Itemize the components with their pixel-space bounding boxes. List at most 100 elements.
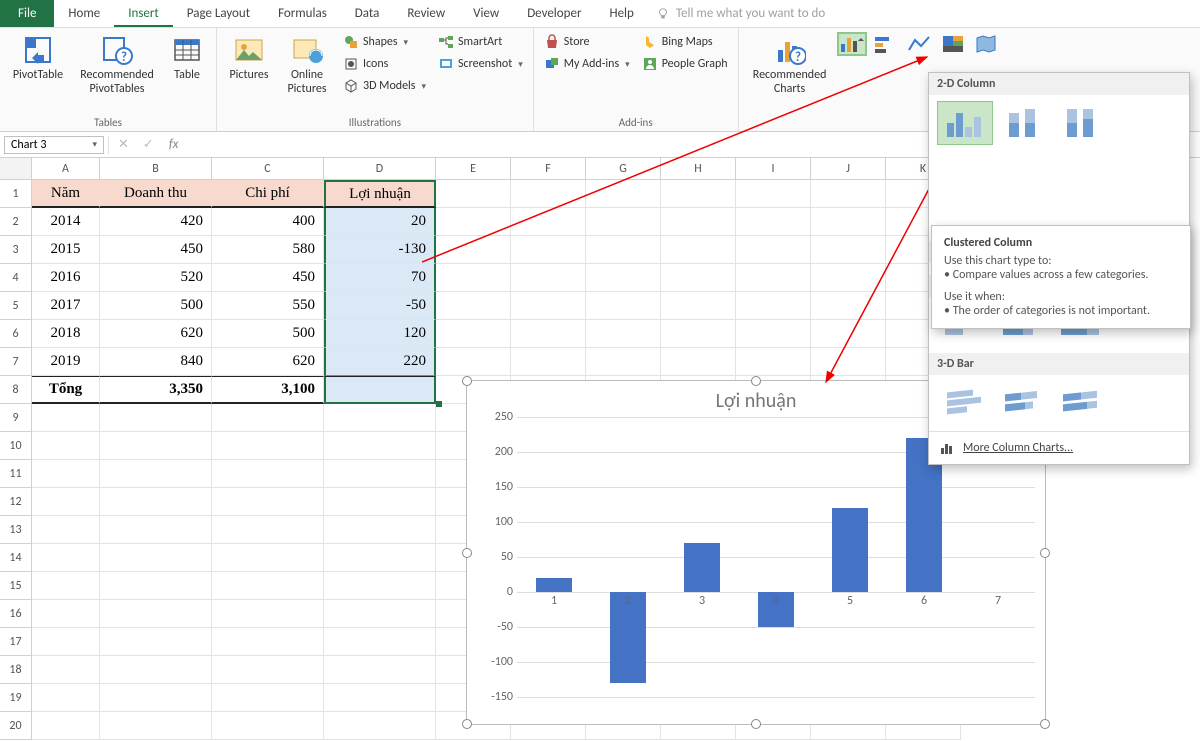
col-header-I[interactable]: I [736, 158, 811, 180]
cell[interactable] [212, 600, 324, 628]
row-header[interactable]: 4 [0, 264, 32, 292]
cell[interactable] [324, 544, 436, 572]
my-addins-button[interactable]: My Add-ins▾ [540, 54, 634, 74]
recommended-pivottables-button[interactable]: ? Recommended PivotTables [74, 32, 160, 98]
cell[interactable]: 500 [100, 292, 212, 320]
cell[interactable] [736, 180, 811, 208]
developer-tab[interactable]: Developer [513, 0, 595, 27]
cell[interactable] [811, 180, 886, 208]
clustered-column-option[interactable] [937, 101, 993, 145]
cell[interactable]: Năm [32, 180, 100, 208]
row-header[interactable]: 7 [0, 348, 32, 376]
cell[interactable] [32, 656, 100, 684]
col-header-D[interactable]: D [324, 158, 436, 180]
people-graph-button[interactable]: People Graph [638, 54, 732, 74]
cell[interactable] [100, 656, 212, 684]
line-chart-dropdown[interactable] [907, 34, 933, 54]
cell[interactable] [100, 600, 212, 628]
cell[interactable] [212, 572, 324, 600]
pagelayout-tab[interactable]: Page Layout [173, 0, 264, 27]
3d-stacked-bar-option[interactable] [995, 381, 1051, 425]
cell[interactable]: 400 [212, 208, 324, 236]
cell[interactable]: 550 [212, 292, 324, 320]
cell[interactable]: 450 [100, 236, 212, 264]
cell[interactable] [511, 180, 586, 208]
hierarchy-chart-dropdown[interactable] [941, 34, 967, 54]
resize-handle[interactable] [462, 719, 472, 729]
table-button[interactable]: Table [164, 32, 210, 84]
screenshot-button[interactable]: Screenshot▾ [434, 54, 527, 74]
view-tab[interactable]: View [459, 0, 513, 27]
stacked-column-option[interactable] [995, 101, 1051, 145]
row-header[interactable]: 10 [0, 432, 32, 460]
more-column-charts-link[interactable]: More Column Charts... [929, 431, 1189, 464]
col-header-E[interactable]: E [436, 158, 511, 180]
resize-handle[interactable] [462, 376, 472, 386]
cell[interactable] [100, 572, 212, 600]
cell[interactable] [32, 432, 100, 460]
cell[interactable] [324, 712, 436, 740]
cell[interactable] [212, 488, 324, 516]
cell[interactable]: 220 [324, 348, 436, 376]
cell[interactable]: 620 [212, 348, 324, 376]
cell[interactable] [100, 516, 212, 544]
cell[interactable]: 2016 [32, 264, 100, 292]
col-header-H[interactable]: H [661, 158, 736, 180]
pictures-button[interactable]: Pictures [223, 32, 275, 84]
tell-me[interactable]: Tell me what you want to do [648, 0, 833, 27]
bar-chart-dropdown[interactable] [873, 34, 899, 54]
cell[interactable] [212, 460, 324, 488]
cell[interactable]: 2018 [32, 320, 100, 348]
cell[interactable] [212, 684, 324, 712]
row-header[interactable]: 11 [0, 460, 32, 488]
row-header[interactable]: 3 [0, 236, 32, 264]
cell[interactable] [324, 600, 436, 628]
cell[interactable] [32, 712, 100, 740]
insert-tab[interactable]: Insert [114, 0, 173, 27]
cell[interactable]: 2015 [32, 236, 100, 264]
formulas-tab[interactable]: Formulas [264, 0, 341, 27]
cell[interactable]: 20 [324, 208, 436, 236]
row-header[interactable]: 2 [0, 208, 32, 236]
cell[interactable] [324, 376, 436, 404]
100pct-stacked-column-option[interactable] [1053, 101, 1109, 145]
cell[interactable]: 70 [324, 264, 436, 292]
cell[interactable] [32, 460, 100, 488]
smartart-button[interactable]: SmartArt [434, 32, 527, 52]
cell[interactable] [100, 544, 212, 572]
cell[interactable] [100, 712, 212, 740]
col-header-J[interactable]: J [811, 158, 886, 180]
cell[interactable]: 2017 [32, 292, 100, 320]
row-header[interactable]: 5 [0, 292, 32, 320]
cell[interactable]: 3,350 [100, 376, 212, 404]
cell[interactable]: 420 [100, 208, 212, 236]
row-header[interactable]: 18 [0, 656, 32, 684]
cell[interactable] [324, 628, 436, 656]
resize-handle[interactable] [751, 719, 761, 729]
row-header[interactable]: 1 [0, 180, 32, 208]
cell[interactable] [32, 488, 100, 516]
resize-handle[interactable] [1040, 719, 1050, 729]
cell[interactable] [586, 180, 661, 208]
bing-maps-button[interactable]: Bing Maps [638, 32, 732, 52]
cell[interactable] [100, 488, 212, 516]
cell[interactable] [32, 572, 100, 600]
recommended-charts-button[interactable]: ? Recommended Charts [745, 32, 835, 98]
3d-100pct-stacked-bar-option[interactable] [1053, 381, 1109, 425]
cell[interactable]: Doanh thu [100, 180, 212, 208]
cell[interactable]: 3,100 [212, 376, 324, 404]
cell[interactable] [32, 516, 100, 544]
review-tab[interactable]: Review [393, 0, 459, 27]
resize-handle[interactable] [1040, 548, 1050, 558]
enter-formula-icon[interactable]: ✓ [138, 137, 159, 152]
cell[interactable] [32, 404, 100, 432]
cell[interactable]: 840 [100, 348, 212, 376]
cell[interactable]: 620 [100, 320, 212, 348]
row-header[interactable]: 6 [0, 320, 32, 348]
row-header[interactable]: 12 [0, 488, 32, 516]
cell[interactable] [212, 712, 324, 740]
cell[interactable] [212, 544, 324, 572]
cell[interactable] [32, 544, 100, 572]
row-header[interactable]: 13 [0, 516, 32, 544]
cell[interactable] [212, 432, 324, 460]
